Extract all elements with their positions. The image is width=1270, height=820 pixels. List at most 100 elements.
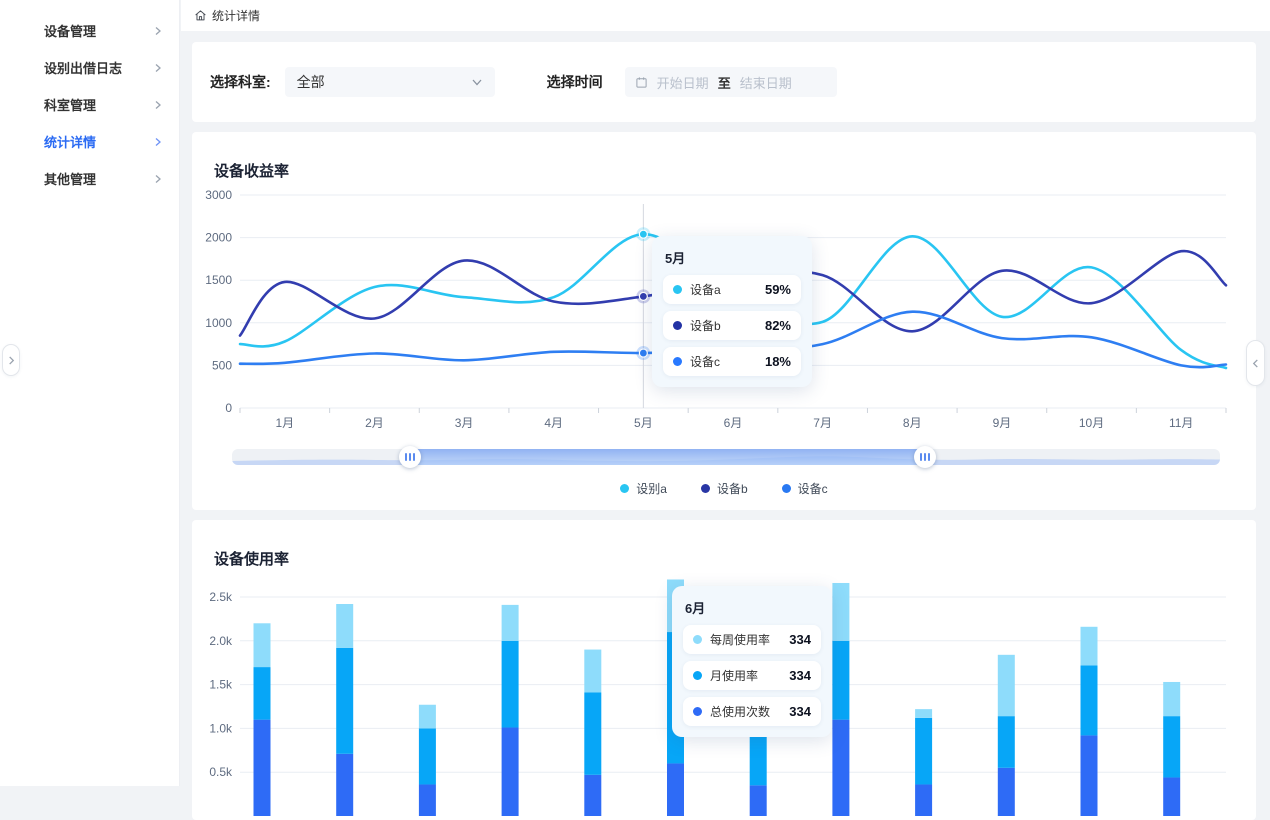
- chevron-down-icon: [471, 76, 483, 88]
- bar-segment-月使用率: [254, 667, 271, 720]
- range-separator: 至: [718, 73, 731, 92]
- sidebar: 设备管理设别出借日志科室管理统计详情其他管理: [0, 0, 180, 786]
- tooltip-series-value: 82%: [765, 318, 791, 333]
- calendar-icon: [635, 76, 648, 89]
- x-axis-label: 11月: [1169, 416, 1193, 430]
- tooltip-series-value: 334: [789, 668, 811, 683]
- sidebar-item-0[interactable]: 设备管理: [0, 12, 179, 49]
- x-axis-label: 7月: [813, 416, 832, 430]
- bar-segment-月使用率: [336, 648, 353, 754]
- bar-segment-总使用次数: [419, 784, 436, 816]
- bar-segment-总使用次数: [336, 754, 353, 816]
- x-axis-label: 8月: [903, 416, 922, 430]
- sidebar-item-1[interactable]: 设别出借日志: [0, 49, 179, 86]
- tooltip-series-value: 334: [789, 704, 811, 719]
- dept-select[interactable]: 全部: [285, 67, 495, 97]
- x-axis-label: 1月: [275, 416, 294, 430]
- x-axis-label: 6月: [724, 416, 743, 430]
- y-axis-label: 2000: [205, 231, 232, 245]
- bar-segment-每周使用率: [832, 583, 849, 641]
- legend-item[interactable]: 设别a: [620, 480, 667, 497]
- tooltip-title: 6月: [685, 598, 821, 617]
- legend-dot-icon: [782, 484, 791, 493]
- bar-segment-总使用次数: [998, 768, 1015, 816]
- bar-chart-tooltip: 6月 每周使用率334月使用率334总使用次数334: [672, 586, 832, 737]
- series-dot-icon: [673, 321, 682, 330]
- bar-segment-总使用次数: [750, 785, 767, 816]
- x-axis-label: 3月: [455, 416, 474, 430]
- bar-segment-月使用率: [1163, 716, 1180, 777]
- bar-segment-月使用率: [502, 641, 519, 728]
- chevron-right-icon: [7, 356, 16, 365]
- bar-segment-月使用率: [1081, 665, 1098, 735]
- sidebar-item-label: 其他管理: [44, 169, 153, 188]
- bar-segment-每周使用率: [502, 605, 519, 641]
- end-date-input[interactable]: 结束日期: [740, 73, 792, 92]
- y-axis-label: 2.0k: [209, 634, 233, 648]
- x-axis-label: 2月: [365, 416, 384, 430]
- y-axis-label: 1000: [205, 316, 232, 330]
- bar-segment-每周使用率: [419, 705, 436, 729]
- x-axis-label: 4月: [544, 416, 563, 430]
- sidebar-item-label: 设别出借日志: [44, 58, 153, 77]
- tooltip-series-value: 334: [789, 632, 811, 647]
- usage-chart-card: 设备使用率 2.5k2.0k1.5k1.0k0.5k 6月 每周使用率334月使…: [192, 520, 1256, 820]
- series-dot-icon: [693, 707, 702, 716]
- bar-segment-总使用次数: [915, 784, 932, 816]
- tooltip-title: 5月: [665, 248, 801, 267]
- legend-dot-icon: [620, 484, 629, 493]
- bar-segment-月使用率: [915, 718, 932, 785]
- sidebar-item-label: 科室管理: [44, 95, 153, 114]
- tooltip-row: 设备b82%: [663, 311, 801, 340]
- breadcrumb-label: 统计详情: [212, 7, 260, 24]
- bar-segment-月使用率: [750, 733, 767, 786]
- start-date-input[interactable]: 开始日期: [657, 73, 709, 92]
- breadcrumb[interactable]: 统计详情: [194, 7, 260, 24]
- tooltip-series-value: 18%: [765, 354, 791, 369]
- sidebar-menu: 设备管理设别出借日志科室管理统计详情其他管理: [0, 12, 179, 197]
- revenue-chart-card: 设备收益率 300020001500100050001月2月3月4月5月6月7月…: [192, 132, 1256, 510]
- datazoom-selected-range[interactable]: [410, 449, 925, 465]
- dept-filter-label: 选择科室:: [210, 72, 271, 92]
- y-axis-label: 0.5k: [209, 765, 233, 779]
- datazoom-handle-right[interactable]: [914, 446, 936, 468]
- x-axis-label: 10月: [1079, 416, 1104, 430]
- date-range-picker[interactable]: 开始日期 至 结束日期: [625, 67, 837, 97]
- bar-segment-总使用次数: [1163, 777, 1180, 816]
- bar-segment-每周使用率: [584, 650, 601, 693]
- bar-segment-每周使用率: [915, 709, 932, 718]
- sidebar-item-label: 统计详情: [44, 132, 153, 151]
- dept-select-value: 全部: [297, 72, 325, 92]
- chevron-right-icon: [153, 100, 163, 110]
- legend-item[interactable]: 设备c: [782, 480, 828, 497]
- bar-segment-每周使用率: [336, 604, 353, 648]
- sidebar-item-2[interactable]: 科室管理: [0, 86, 179, 123]
- datazoom-slider[interactable]: [232, 449, 1220, 465]
- series-dot-icon: [673, 285, 682, 294]
- sidebar-item-3[interactable]: 统计详情: [0, 123, 179, 160]
- chevron-left-icon: [1251, 359, 1260, 368]
- tooltip-series-name: 总使用次数: [710, 703, 770, 720]
- highlight-dot: [639, 292, 647, 300]
- y-axis-label: 1.0k: [209, 721, 233, 735]
- sidebar-item-4[interactable]: 其他管理: [0, 160, 179, 197]
- sidebar-item-label: 设备管理: [44, 21, 153, 40]
- tooltip-series-value: 59%: [765, 282, 791, 297]
- tooltip-series-name: 设备a: [690, 281, 721, 298]
- tooltip-row: 设备c 18%: [663, 347, 801, 376]
- chart-legend: 设别a 设备b 设备c: [192, 480, 1256, 497]
- y-axis-label: 2.5k: [209, 590, 233, 604]
- filter-panel: 选择科室: 全部 选择时间 开始日期 至 结束日期: [192, 42, 1256, 122]
- legend-item[interactable]: 设备b: [701, 480, 748, 497]
- series-dot-icon: [673, 357, 682, 366]
- panel-collapse-handle[interactable]: [1246, 340, 1265, 386]
- tooltip-series-name: 设备c: [690, 353, 720, 370]
- datazoom-handle-left[interactable]: [399, 446, 421, 468]
- sidebar-expand-handle[interactable]: [2, 344, 20, 376]
- x-axis-label: 9月: [993, 416, 1012, 430]
- tooltip-series-name: 月使用率: [710, 667, 758, 684]
- bar-segment-月使用率: [584, 692, 601, 774]
- legend-label: 设备b: [717, 480, 748, 497]
- bar-segment-总使用次数: [1081, 735, 1098, 816]
- y-axis-label: 1.5k: [209, 678, 233, 692]
